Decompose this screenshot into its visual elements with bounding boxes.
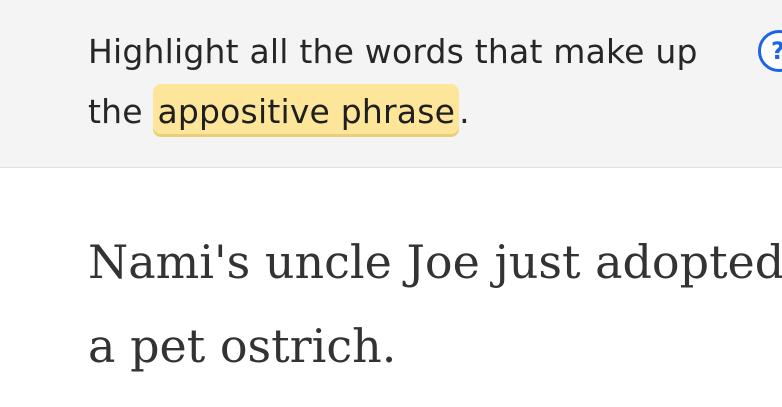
prompt-line-2-lead: the (88, 92, 154, 131)
sentence-passage: Nami's uncle Joe just adopted a pet ostr… (88, 220, 782, 388)
prompt-line-2: the appositive phrase. (88, 82, 728, 142)
word-uncle[interactable]: uncle (265, 235, 392, 289)
prompt-panel: Highlight all the words that make up the… (0, 0, 782, 168)
prompt-instruction: Highlight all the words that make up the… (88, 22, 728, 142)
prompt-line-1: Highlight all the words that make up (88, 32, 698, 71)
appositive-phrase-term: appositive phrase (153, 84, 460, 137)
question-mark-icon: ? (771, 37, 782, 65)
question-screen: Highlight all the words that make up the… (0, 0, 782, 407)
word-ostrich[interactable]: ostrich. (220, 319, 397, 373)
sentence-line-2: a pet ostrich. (88, 304, 778, 388)
word-just[interactable]: just (494, 235, 580, 289)
word-a[interactable]: a (88, 319, 115, 373)
word-joe[interactable]: Joe (406, 235, 479, 289)
word-namis[interactable]: Nami's (88, 235, 250, 289)
word-pet[interactable]: pet (130, 319, 205, 373)
word-adopted[interactable]: adopted (595, 235, 782, 289)
help-button[interactable]: ? (758, 30, 782, 72)
prompt-period: . (459, 92, 470, 131)
sentence-line-1: Nami's uncle Joe just adopted (88, 220, 782, 304)
